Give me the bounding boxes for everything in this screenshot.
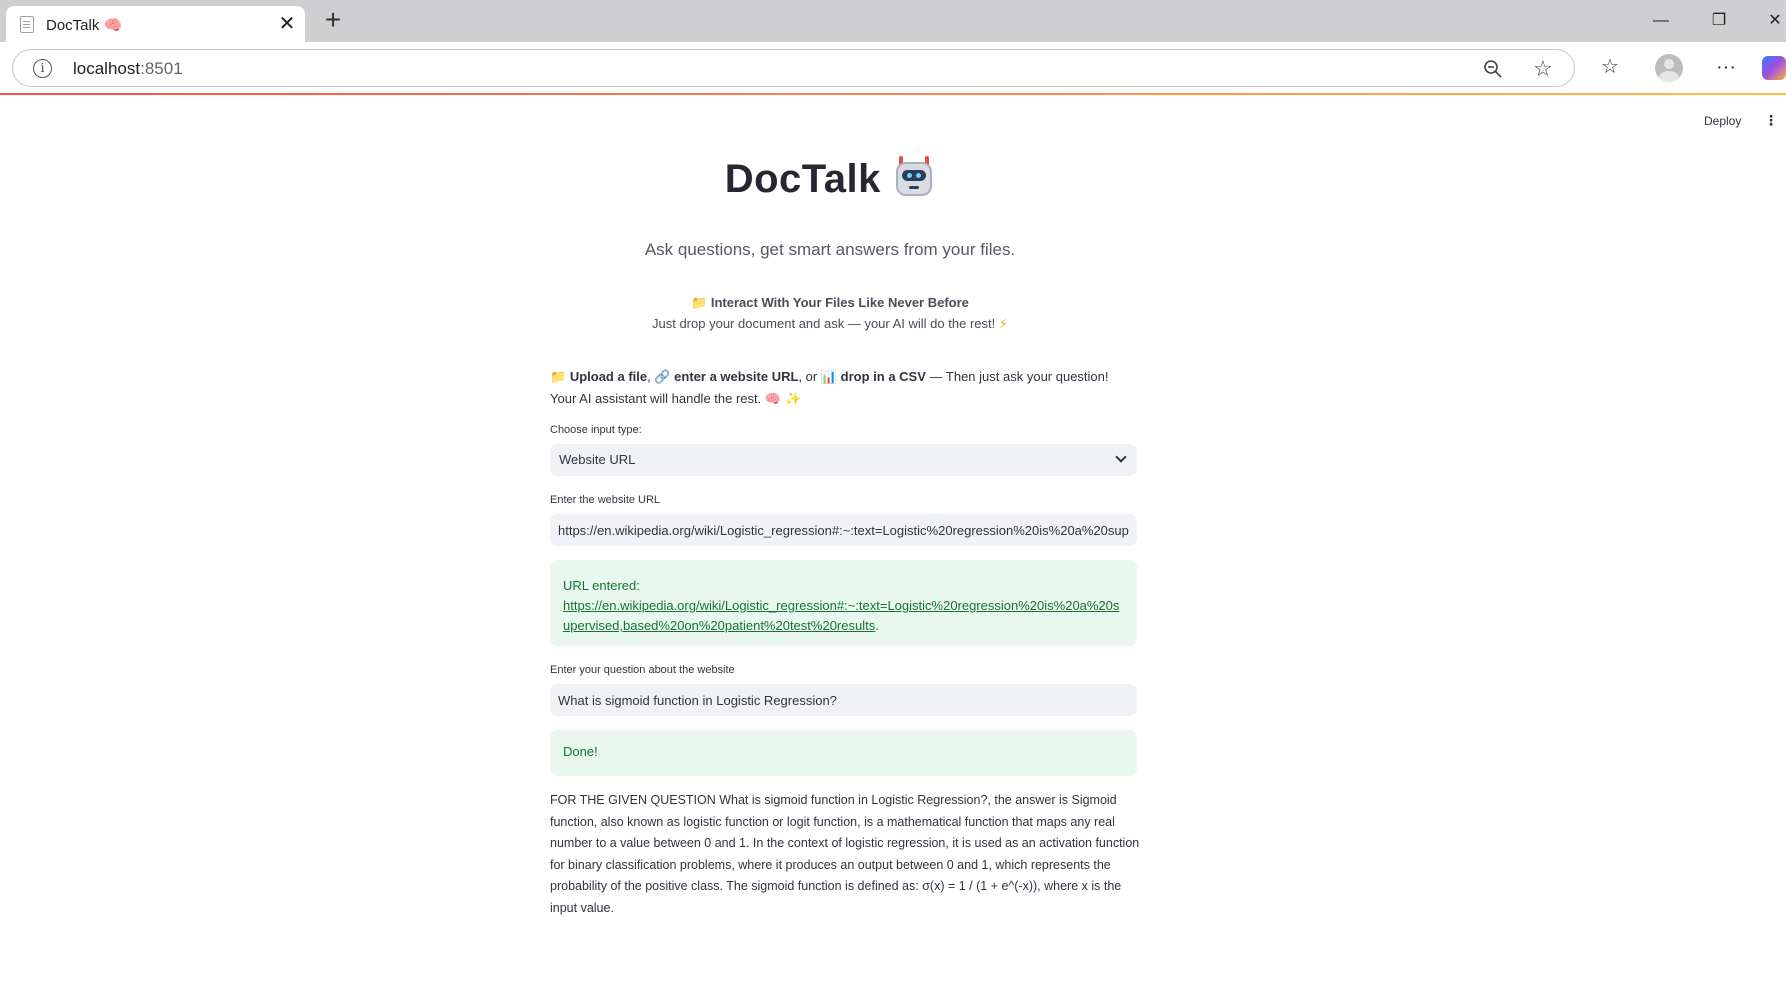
favorite-star-icon[interactable]: ☆ bbox=[1533, 56, 1553, 82]
input-type-label: Choose input type: bbox=[550, 424, 642, 436]
intro-text: 📁 Upload a file, 🔗 enter a website URL, … bbox=[550, 369, 1109, 407]
app-header-accent bbox=[0, 93, 1786, 95]
url-entered-alert: URL entered: https://en.wikipedia.org/wi… bbox=[550, 560, 1137, 646]
restore-icon[interactable]: ❐ bbox=[1696, 6, 1742, 36]
folder-icon: 📁 bbox=[550, 370, 567, 385]
close-window-icon[interactable]: ✕ bbox=[1752, 6, 1786, 36]
page-title: DocTalk bbox=[724, 157, 881, 201]
tab-title: DocTalk 🧠 bbox=[46, 17, 123, 34]
zoom-out-icon[interactable] bbox=[1483, 59, 1503, 79]
input-type-select[interactable]: Website URL bbox=[550, 444, 1137, 476]
robot-icon bbox=[893, 156, 935, 198]
main-content: 📁 Upload a file, 🔗 enter a website URL, … bbox=[550, 366, 1137, 410]
page-subtitle: Ask questions, get smart answers from yo… bbox=[644, 240, 1016, 259]
url-text[interactable]: localhost:8501 bbox=[73, 59, 183, 79]
question-input[interactable] bbox=[550, 684, 1137, 716]
url-entered-label: URL entered: bbox=[563, 578, 640, 593]
profile-avatar[interactable] bbox=[1655, 54, 1683, 82]
minimize-icon[interactable]: — bbox=[1638, 6, 1684, 36]
website-url-input[interactable] bbox=[550, 514, 1137, 546]
more-options-icon[interactable]: ··· bbox=[1711, 52, 1741, 82]
question-label: Enter your question about the website bbox=[550, 664, 735, 676]
main-menu-icon[interactable]: ⋮ bbox=[1764, 112, 1778, 129]
page-icon bbox=[20, 16, 34, 33]
close-tab-icon[interactable]: ✕ bbox=[275, 12, 299, 36]
page-title-row: DocTalk bbox=[550, 156, 1110, 202]
chart-icon: 📊 bbox=[820, 370, 838, 385]
lightning-icon: ⚡ bbox=[998, 317, 1008, 332]
url-label: Enter the website URL bbox=[550, 494, 661, 506]
done-alert: Done! bbox=[550, 730, 1137, 776]
folder-icon: 📁 bbox=[691, 296, 708, 311]
input-type-value: Website URL bbox=[559, 452, 636, 467]
browser-tab[interactable]: DocTalk 🧠 ✕ bbox=[6, 6, 305, 42]
copilot-icon[interactable] bbox=[1762, 56, 1786, 80]
address-bar[interactable]: i localhost:8501 ☆ bbox=[12, 49, 1575, 87]
answer-text: FOR THE GIVEN QUESTION What is sigmoid f… bbox=[550, 793, 1140, 915]
chevron-down-icon bbox=[1115, 451, 1127, 463]
favorites-icon[interactable]: ☆ bbox=[1595, 52, 1625, 82]
browser-tab-bar: DocTalk 🧠 ✕ + — ❐ ✕ bbox=[0, 0, 1786, 42]
site-info-icon[interactable]: i bbox=[33, 59, 52, 78]
url-entered-link[interactable]: https://en.wikipedia.org/wiki/Logistic_r… bbox=[563, 598, 1119, 633]
deploy-button[interactable]: Deploy bbox=[1704, 114, 1741, 128]
feature-heading: 📁 Interact With Your Files Like Never Be… bbox=[691, 295, 969, 311]
new-tab-button[interactable]: + bbox=[318, 6, 348, 36]
browser-toolbar: i localhost:8501 ☆ ☆ ··· bbox=[0, 42, 1786, 94]
feature-subheading: Just drop your document and ask — your A… bbox=[652, 316, 1008, 332]
link-icon: 🔗 bbox=[654, 370, 671, 385]
done-text: Done! bbox=[563, 744, 598, 759]
brain-sparkles-icon: 🧠 ✨ bbox=[764, 392, 802, 407]
